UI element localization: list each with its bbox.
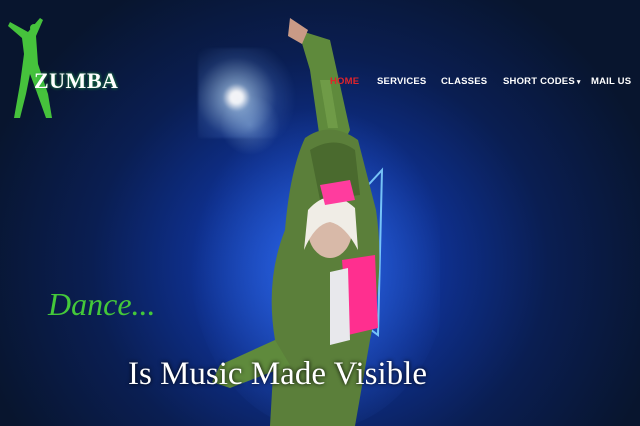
nav-item-short-codes-label: SHORT CODES	[503, 76, 575, 87]
nav-item-home[interactable]: HOME	[330, 76, 359, 87]
nav-item-services[interactable]: SERVICES	[377, 76, 426, 87]
nav-item-short-codes[interactable]: SHORT CODES ▾	[503, 76, 581, 87]
nav-item-classes[interactable]: CLASSES	[441, 76, 487, 87]
hero-headline-dance: Dance...	[48, 286, 156, 322]
hero-headline-tagline: Is Music Made Visible	[128, 356, 427, 392]
nav-item-mail-us[interactable]: MAIL US	[591, 76, 631, 87]
main-navigation: HOME SERVICES CLASSES SHORT CODES ▾ MAIL …	[0, 76, 640, 92]
caret-down-icon: ▾	[576, 79, 581, 86]
hero-banner: ZUMBA HOME SERVICES CLASSES SHORT CODES ▾…	[0, 0, 640, 426]
